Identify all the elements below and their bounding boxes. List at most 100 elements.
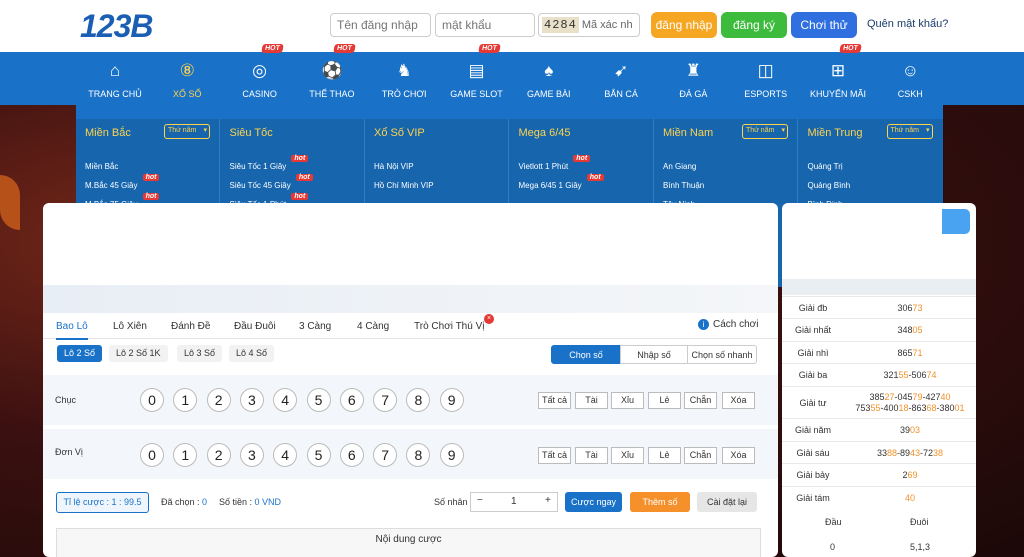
nav-item-bắn-cá[interactable]: ➹ BẮN CÁ [585,52,657,105]
nav-item-casino[interactable]: ◎ CASINO HOT [224,44,296,105]
try-play-button[interactable]: Chơi thử [791,12,857,38]
tab-3[interactable]: Đầu Đuôi [234,321,276,332]
number-ball[interactable]: 6 [339,443,364,467]
captcha-field[interactable]: 4284 Mã xác nh [538,13,640,37]
day-select[interactable]: Thứ năm ▾ [164,124,210,139]
quick-select-button[interactable]: Xóa [722,392,755,409]
number-ball[interactable]: 9 [439,443,464,467]
lottery-banner [43,285,778,313]
number-ball[interactable]: 4 [273,443,298,467]
quick-select-button[interactable]: Lẻ [648,447,681,464]
subtab-2[interactable]: Lô 3 Số [177,345,223,362]
nav-item-game-slot[interactable]: ▤ GAME SLOT HOT [441,44,513,105]
nav-item-trò-chơi[interactable]: ♞ TRÒ CHƠI [368,52,440,105]
dropdown-item[interactable]: Mega 6/45 1 Giây hot [518,174,604,191]
quick-select-button[interactable]: Tất cả [538,447,571,464]
day-select[interactable]: Thứ năm ▾ [742,124,788,139]
dropdown-item[interactable]: Quảng Bình [808,181,851,190]
tab-1[interactable]: Lô Xiên [113,321,147,332]
nav-item-đá-gà[interactable]: ♜ ĐÁ GÀ [657,52,729,105]
number-ball[interactable]: 4 [273,388,298,412]
quick-select-button[interactable]: Tài [575,447,608,464]
quick-select-button[interactable]: Tài [575,392,608,409]
number-ball[interactable]: 6 [339,388,364,412]
dropdown-item[interactable]: Siêu Tốc 45 Giây hot [230,174,313,190]
subtab-0[interactable]: Lô 2 Số [57,345,103,362]
dropdown-column-head: Miền Bắc [85,127,131,139]
results-tab-button[interactable] [942,209,970,234]
mode-choose-number[interactable]: Chọn số [551,345,621,364]
add-number-button[interactable]: Thêm số [630,492,690,512]
subtab-3[interactable]: Lô 4 Số [229,345,275,362]
casino-chip-icon: ◎ [252,61,268,80]
number-ball[interactable]: 2 [206,388,231,412]
nav-item-cskh[interactable]: ☺ CSKH [874,52,946,105]
dropdown-item[interactable]: M.Bắc 45 Giây hot [85,174,160,190]
multiplier-input[interactable]: 1 [511,496,517,507]
number-ball[interactable]: 7 [373,388,398,412]
register-button[interactable]: đăng ký [721,12,787,38]
dropdown-item[interactable]: Hồ Chí Minh VIP [374,181,434,190]
tab-5[interactable]: 4 Càng [357,321,389,332]
result-digits: 306 [897,303,913,313]
number-ball[interactable]: 9 [439,388,464,412]
hot-badge: HOT [477,44,501,53]
quick-select-button[interactable]: Chẵn [684,447,717,464]
quick-select-button[interactable]: Xỉu [611,392,644,409]
mode-quick-choose[interactable]: Chọn số nhanh [687,345,757,364]
nav-item-trang-chủ[interactable]: ⌂ TRANG CHỦ [79,52,151,105]
tab-4[interactable]: 3 Càng [299,321,331,332]
how-to-play-link[interactable]: i Cách chơi [698,319,758,330]
dropdown-item[interactable]: An Giang [663,162,696,171]
number-ball[interactable]: 1 [173,443,198,467]
dropdown-item[interactable]: Quảng Trị [808,162,843,171]
dropdown-item[interactable]: Miền Bắc [85,162,118,171]
number-ball[interactable]: 0 [140,443,164,467]
day-select[interactable]: Thứ năm ▾ [886,124,933,139]
units-row: Đơn Vị 0 1 2 3 4 5 6 7 8 9 Tất cả Tài Xỉu Lẻ Chẵn Xóa [43,429,778,479]
nav-item-esports[interactable]: ◫ ESPORTS [730,52,802,105]
number-ball[interactable]: 3 [239,388,264,412]
dropdown-item[interactable]: Bình Thuận [663,181,704,190]
quick-select-button[interactable]: Tất cả [538,392,571,409]
dropdown-item[interactable]: Vietlott 1 Phút hot [519,155,591,171]
bet-now-button[interactable]: Cược ngay [565,492,622,512]
minus-button[interactable]: − [477,495,483,506]
number-ball[interactable]: 5 [306,443,331,467]
password-input[interactable] [435,13,535,37]
result-digits: 73 [912,303,923,313]
quick-select-button[interactable]: Xỉu [611,447,644,464]
mode-enter-number[interactable]: Nhập số [620,345,688,364]
login-button[interactable]: đăng nhập [651,12,717,38]
site-logo[interactable]: 123B [80,6,240,46]
number-ball[interactable]: 8 [406,388,431,412]
number-ball[interactable]: 0 [140,388,164,412]
number-ball[interactable]: 2 [206,443,231,467]
tab-2[interactable]: Đánh Đề [171,321,210,332]
number-ball[interactable]: 1 [173,388,198,412]
nav-item-game-bài[interactable]: ♠ GAME BÀI [513,52,585,105]
dropdown-item[interactable]: Hà Nội VIP [374,162,414,171]
tab-0[interactable]: Bao Lô [56,321,88,340]
plus-button[interactable]: + [545,495,551,506]
nav-item-khuyến-mãi[interactable]: ⊞ KHUYẾN MÃI HOT [802,44,874,105]
subtab-1[interactable]: Lô 2 Số 1K [109,345,168,362]
quick-select-button[interactable]: Xóa [722,447,755,464]
number-ball[interactable]: 3 [239,443,264,467]
number-ball[interactable]: 5 [306,388,331,412]
slot-machine-icon: ▤ [468,61,485,80]
number-ball[interactable]: 8 [406,443,431,467]
forgot-password-link[interactable]: Quên mật khẩu? [867,18,948,30]
quick-select-button[interactable]: Chẵn [684,392,717,409]
quick-select-button[interactable]: Lẻ [648,392,681,409]
dropdown-column-head: Siêu Tốc [229,127,273,139]
username-input[interactable] [330,13,431,37]
dropdown-item-label: Mega 6/45 1 Giây [518,181,582,191]
nav-item-thể-thao[interactable]: ⚽ THỂ THAO HOT [296,44,368,105]
nav-item-xổ-số[interactable]: ⑧ XỔ SỐ [151,52,223,105]
number-ball[interactable]: 7 [373,443,398,467]
captcha-code: 4284 [542,17,579,33]
reset-button[interactable]: Cài đặt lại [697,492,757,512]
dropdown-item[interactable]: Siêu Tốc 1 Giây hot [230,155,309,171]
tab-6[interactable]: Trò Chơi Thú Vị [414,321,484,332]
